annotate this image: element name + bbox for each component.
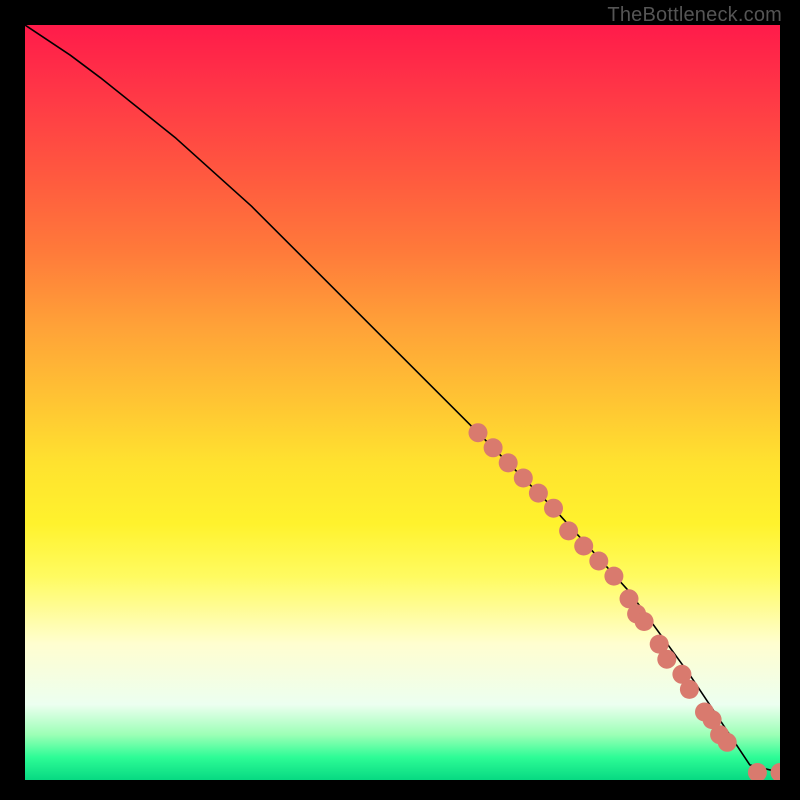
data-point [514,469,533,488]
data-point [604,567,623,586]
data-point [657,650,676,669]
attribution-text: TheBottleneck.com [607,4,782,27]
data-point [680,680,699,699]
data-point [771,763,781,780]
data-point [529,484,548,503]
data-point [544,499,563,518]
data-point [484,438,503,457]
data-points [469,423,781,780]
data-point [499,453,518,472]
data-point [559,521,578,540]
plot-area [25,25,780,780]
data-point [574,537,593,556]
data-point [635,612,654,631]
data-point [589,552,608,571]
data-point [718,733,737,752]
data-point [469,423,488,442]
chart-svg [25,25,780,780]
